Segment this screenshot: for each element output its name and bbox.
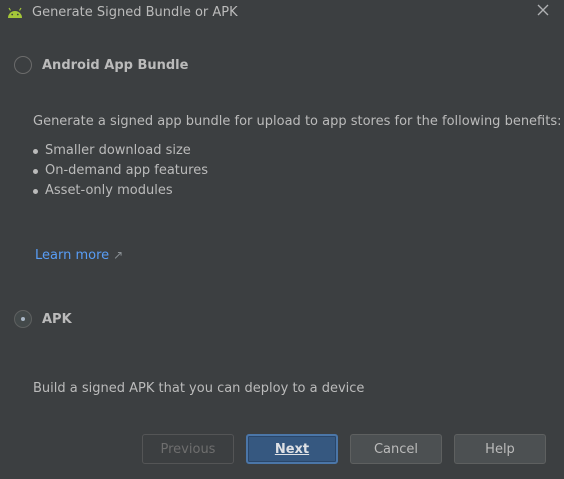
- apk-label: APK: [42, 311, 72, 327]
- help-button[interactable]: Help: [454, 434, 546, 464]
- bullet-icon: [33, 189, 38, 194]
- bundle-label: Android App Bundle: [42, 57, 189, 73]
- apk-option[interactable]: APK: [14, 308, 72, 330]
- list-item: On-demand app features: [33, 163, 208, 183]
- learn-more-label: Learn more: [35, 248, 110, 263]
- close-icon[interactable]: [536, 3, 550, 17]
- cancel-button-label: Cancel: [373, 441, 419, 457]
- title-bar: Generate Signed Bundle or APK: [0, 0, 564, 28]
- benefit-text: Smaller download size: [45, 143, 191, 158]
- bullet-icon: [33, 169, 38, 174]
- apk-description: Build a signed APK that you can deploy t…: [33, 381, 365, 396]
- android-icon: [8, 7, 22, 18]
- cancel-button[interactable]: Cancel: [350, 434, 442, 464]
- bundle-option[interactable]: Android App Bundle: [14, 54, 188, 76]
- learn-more-link[interactable]: Learn more ↗: [35, 247, 123, 264]
- benefit-text: On-demand app features: [45, 163, 208, 178]
- apk-radio[interactable]: [14, 310, 32, 328]
- bundle-description: Generate a signed app bundle for upload …: [33, 114, 562, 129]
- list-item: Smaller download size: [33, 143, 208, 163]
- help-button-label: Help: [485, 441, 515, 457]
- window-title: Generate Signed Bundle or APK: [32, 5, 238, 20]
- previous-button[interactable]: Previous: [142, 434, 234, 464]
- list-item: Asset-only modules: [33, 183, 208, 203]
- next-button-label: Next: [274, 441, 310, 457]
- bundle-radio[interactable]: [14, 56, 32, 74]
- next-button[interactable]: Next: [246, 434, 338, 464]
- benefit-text: Asset-only modules: [45, 183, 173, 198]
- previous-button-label: Previous: [160, 441, 216, 457]
- bullet-icon: [33, 149, 38, 154]
- external-link-arrow-icon: ↗: [113, 248, 124, 262]
- bundle-benefits-list: Smaller download size On-demand app feat…: [33, 143, 208, 203]
